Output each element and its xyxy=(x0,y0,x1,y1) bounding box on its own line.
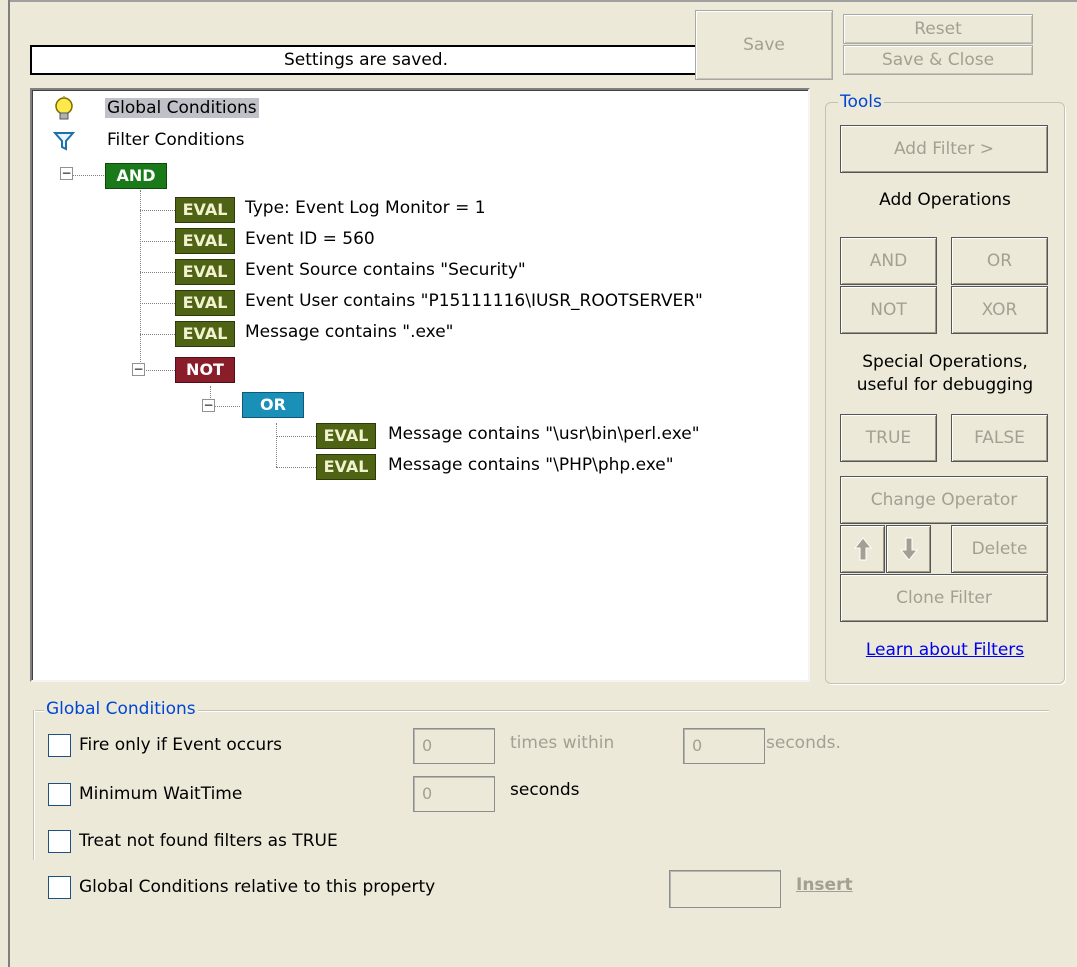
fire-only-checkbox[interactable] xyxy=(48,734,71,757)
add-operations-label: Add Operations xyxy=(879,190,1011,210)
tree-filter-conditions[interactable]: Filter Conditions xyxy=(107,130,245,150)
eval-badge: EVAL xyxy=(175,259,235,285)
and-button[interactable]: AND xyxy=(840,237,937,285)
collapse-icon[interactable]: − xyxy=(132,363,145,376)
arrow-up-icon xyxy=(853,537,873,561)
tree-eval-item[interactable]: Event ID = 560 xyxy=(245,229,375,249)
clone-filter-button[interactable]: Clone Filter xyxy=(840,574,1048,622)
tree-line xyxy=(140,370,175,371)
tools-title: Tools xyxy=(838,92,884,112)
tree-line xyxy=(72,175,106,176)
xor-button[interactable]: XOR xyxy=(951,286,1048,334)
reset-button[interactable]: Reset xyxy=(843,14,1033,44)
tree-line xyxy=(276,423,277,467)
delete-button[interactable]: Delete xyxy=(951,525,1048,573)
min-wait-label: Minimum WaitTime xyxy=(79,784,243,804)
fire-only-label: Fire only if Event occurs xyxy=(79,735,283,755)
global-conditions-left-border xyxy=(33,710,35,860)
fire-count-input[interactable]: 0 xyxy=(413,728,495,764)
collapse-icon[interactable]: − xyxy=(202,399,215,412)
save-close-button[interactable]: Save & Close xyxy=(843,45,1033,75)
tree-line xyxy=(140,303,175,304)
tree-or-node[interactable]: OR xyxy=(242,392,304,418)
special-operations-label: Special Operations, xyxy=(862,352,1028,372)
relative-property-checkbox[interactable] xyxy=(48,876,71,899)
true-button[interactable]: TRUE xyxy=(840,414,937,462)
window-top-edge xyxy=(10,0,1077,2)
eval-badge: EVAL xyxy=(175,290,235,316)
eval-badge: EVAL xyxy=(175,228,235,254)
relative-property-input[interactable] xyxy=(669,870,781,908)
lightbulb-icon xyxy=(52,96,76,122)
or-button[interactable]: OR xyxy=(951,237,1048,285)
tree-global-conditions[interactable]: Global Conditions xyxy=(105,98,259,118)
save-button[interactable]: Save xyxy=(695,10,833,80)
special-operations-sublabel: useful for debugging xyxy=(856,375,1034,395)
tree-not-node[interactable]: NOT xyxy=(175,357,235,383)
tree-line xyxy=(140,241,175,242)
arrow-down-icon xyxy=(899,537,919,561)
eval-badge: EVAL xyxy=(316,454,376,480)
add-filter-button[interactable]: Add Filter > xyxy=(840,125,1048,173)
window-left-edge xyxy=(0,0,10,967)
seconds-dot-label: seconds. xyxy=(766,733,841,753)
status-message: Settings are saved. xyxy=(30,45,702,75)
treat-true-checkbox[interactable] xyxy=(48,830,71,853)
eval-badge: EVAL xyxy=(175,197,235,223)
change-operator-button[interactable]: Change Operator xyxy=(840,476,1048,524)
collapse-icon[interactable]: − xyxy=(60,167,73,180)
tree-line xyxy=(276,467,316,468)
insert-link[interactable]: Insert xyxy=(796,875,853,895)
tree-eval-item[interactable]: Event Source contains "Security" xyxy=(245,260,526,280)
relative-property-label: Global Conditions relative to this prope… xyxy=(79,877,436,897)
min-wait-input[interactable]: 0 xyxy=(413,776,495,812)
tree-eval-item[interactable]: Type: Event Log Monitor = 1 xyxy=(245,198,486,218)
tree-eval-item[interactable]: Message contains "\PHP\php.exe" xyxy=(388,455,674,475)
move-down-button[interactable] xyxy=(886,525,931,573)
seconds-label: seconds xyxy=(510,780,580,800)
tree-line xyxy=(140,272,175,273)
false-button[interactable]: FALSE xyxy=(951,414,1048,462)
tree-eval-item[interactable]: Event User contains "P15111116\IUSR_ROOT… xyxy=(245,291,703,311)
min-wait-checkbox[interactable] xyxy=(48,783,71,806)
tree-eval-item[interactable]: Message contains "\usr\bin\perl.exe" xyxy=(388,424,700,444)
tree-and-node[interactable]: AND xyxy=(105,163,167,189)
move-up-button[interactable] xyxy=(840,525,885,573)
tree-line xyxy=(140,334,175,335)
tree-line xyxy=(276,436,316,437)
eval-badge: EVAL xyxy=(175,321,235,347)
eval-badge: EVAL xyxy=(316,423,376,449)
learn-about-filters-link[interactable]: Learn about Filters xyxy=(825,640,1065,660)
global-conditions-title: Global Conditions xyxy=(44,699,198,719)
fire-seconds-input[interactable]: 0 xyxy=(683,728,765,764)
tree-eval-item[interactable]: Message contains ".exe" xyxy=(245,322,453,342)
not-button[interactable]: NOT xyxy=(840,286,937,334)
tree-line xyxy=(140,210,175,211)
funnel-icon xyxy=(52,130,76,152)
filter-tree[interactable]: Global Conditions Filter Conditions − AN… xyxy=(30,88,810,682)
treat-true-label: Treat not found filters as TRUE xyxy=(79,831,338,851)
tree-line xyxy=(140,190,141,370)
times-within-label: times within xyxy=(510,733,615,753)
